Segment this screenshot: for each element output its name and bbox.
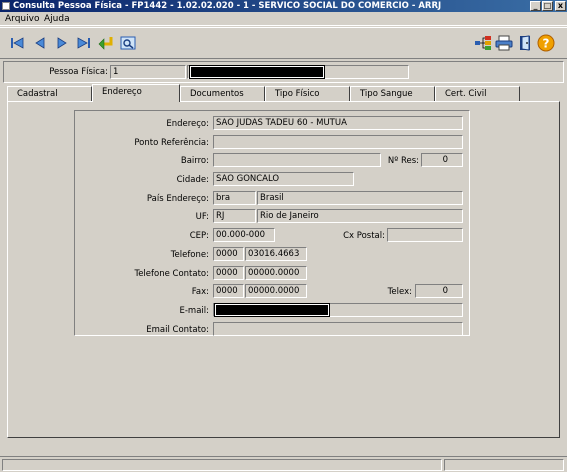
caixa-postal-field[interactable] <box>387 228 463 242</box>
cidade-field[interactable]: SAO GONCALO <box>213 172 354 186</box>
cep-field[interactable]: 00.000-000 <box>213 228 275 242</box>
email-label: E-mail: <box>179 306 209 316</box>
telex-label: Telex: <box>387 287 412 297</box>
telex-field[interactable]: 0 <box>415 284 463 298</box>
email-contato-field[interactable] <box>213 322 463 336</box>
caixa-postal-label: Cx Postal: <box>343 231 385 241</box>
pessoa-fisica-code-field[interactable]: 1 <box>110 65 186 79</box>
telefone-contato-ddd-field[interactable]: 0000 <box>213 266 244 280</box>
redacted-email <box>214 303 330 317</box>
status-pane-secondary <box>444 459 564 471</box>
tab-tipo-sangue[interactable]: Tipo Sangue <box>350 86 435 102</box>
telefone-ddd-field[interactable]: 0000 <box>213 247 244 261</box>
cep-label: CEP: <box>189 231 209 241</box>
status-pane-main <box>2 459 442 471</box>
telefone-contato-field[interactable]: 00000.0000 <box>245 266 307 280</box>
tab-cert-civil[interactable]: Cert. Civil <box>435 86 520 102</box>
minimize-button[interactable]: _ <box>530 1 541 11</box>
view-image-icon[interactable] <box>119 34 137 52</box>
svg-text:?: ? <box>543 37 550 51</box>
menu-ajuda[interactable]: Ajuda <box>44 14 70 24</box>
endereco-field[interactable]: SAO JUDAS TADEU 60 - MUTUA <box>213 116 463 130</box>
ponto-referencia-label: Ponto Referência: <box>134 138 209 148</box>
cidade-label: Cidade: <box>176 175 209 185</box>
menu-arquivo[interactable]: Arquivo <box>5 14 39 24</box>
uf-name-field[interactable]: Rio de Janeiro <box>257 209 463 223</box>
bairro-label: Bairro: <box>180 156 209 166</box>
redacted-name <box>189 65 325 79</box>
pessoa-fisica-label: Pessoa Física: <box>49 67 108 77</box>
return-arrow-icon[interactable] <box>97 34 115 52</box>
fax-ddd-field[interactable]: 0000 <box>213 284 244 298</box>
help-icon[interactable]: ? <box>537 34 555 52</box>
toolbar: ? <box>0 27 567 59</box>
pais-endereco-label: País Endereço: <box>146 194 209 204</box>
tab-documentos[interactable]: Documentos <box>180 86 265 102</box>
pais-name-field[interactable]: Brasil <box>257 191 463 205</box>
fax-label: Fax: <box>191 287 209 297</box>
menu-bar: Arquivo Ajuda <box>0 12 567 26</box>
window-title: Consulta Pessoa Física - FP1442 - 1.02.0… <box>13 1 442 11</box>
endereco-panel: Endereço: SAO JUDAS TADEU 60 - MUTUA Pon… <box>7 101 560 438</box>
status-bar <box>0 456 567 472</box>
telefone-contato-label: Telefone Contato: <box>134 269 209 279</box>
pais-code-field[interactable]: bra <box>213 191 256 205</box>
title-bar: Consulta Pessoa Física - FP1442 - 1.02.0… <box>0 0 567 12</box>
fax-field[interactable]: 00000.0000 <box>245 284 307 298</box>
address-group: Endereço: SAO JUDAS TADEU 60 - MUTUA Pon… <box>74 110 470 336</box>
bairro-field[interactable] <box>213 153 381 167</box>
maximize-button[interactable]: □ <box>542 1 553 11</box>
next-record-icon[interactable] <box>53 34 71 52</box>
tab-endereco[interactable]: Endereço <box>92 84 180 102</box>
numero-residencia-field[interactable]: 0 <box>421 153 463 167</box>
tab-tipo-fisico[interactable]: Tipo Físico <box>265 86 350 102</box>
tree-structure-icon[interactable] <box>474 34 492 52</box>
exit-door-icon[interactable] <box>516 34 534 52</box>
uf-code-field[interactable]: RJ <box>213 209 256 223</box>
uf-label: UF: <box>195 212 209 222</box>
tab-strip: Cadastral Endereço Documentos Tipo Físic… <box>7 84 527 102</box>
close-button[interactable]: x <box>555 1 566 11</box>
email-contato-label: Email Contato: <box>146 325 209 335</box>
app-icon <box>2 2 10 10</box>
previous-record-icon[interactable] <box>31 34 49 52</box>
numero-residencia-label: Nº Res: <box>387 156 419 166</box>
endereco-label: Endereço: <box>166 119 209 129</box>
telefone-field[interactable]: 03016.4663 <box>245 247 307 261</box>
pessoa-fisica-bar: Pessoa Física: 1 <box>3 61 564 83</box>
first-record-icon[interactable] <box>8 34 26 52</box>
telefone-label: Telefone: <box>170 250 209 260</box>
tab-cadastral[interactable]: Cadastral <box>7 86 92 102</box>
last-record-icon[interactable] <box>75 34 93 52</box>
printer-icon[interactable] <box>495 34 513 52</box>
ponto-referencia-field[interactable] <box>213 135 463 149</box>
